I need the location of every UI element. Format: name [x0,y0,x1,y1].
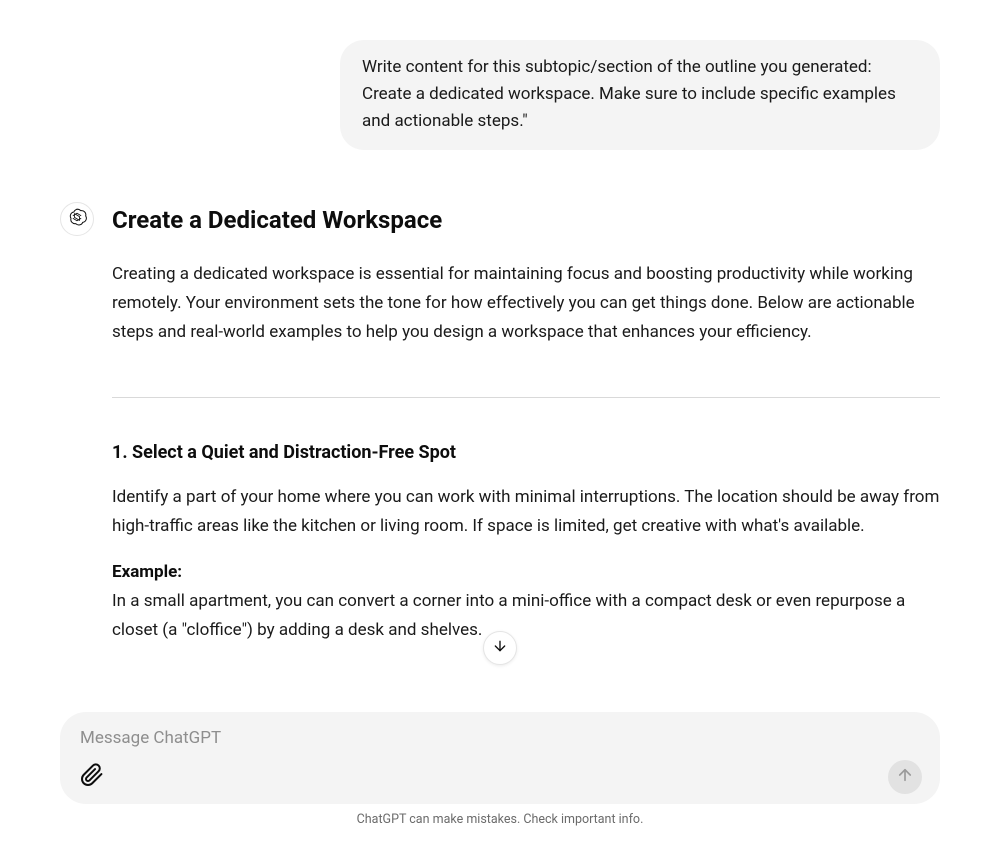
user-message: Write content for this subtopic/section … [340,40,940,150]
composer-toolbar [78,760,922,794]
section-1-heading: 1. Select a Quiet and Distraction-Free S… [112,438,940,469]
chat-container: Write content for this subtopic/section … [0,0,1000,845]
section-1-body: Identify a part of your home where you c… [112,483,940,541]
paperclip-icon [80,763,104,791]
messages-area[interactable]: Write content for this subtopic/section … [0,0,1000,712]
assistant-content: Create a Dedicated Workspace Creating a … [112,200,940,664]
footer-disclaimer: ChatGPT can make mistakes. Check importa… [60,804,940,837]
arrow-up-icon [896,766,914,788]
arrow-down-icon [492,638,508,658]
user-message-text: Write content for this subtopic/section … [362,57,896,131]
assistant-avatar [60,202,94,236]
divider [112,397,940,398]
example-block: Example: In a small apartment, you can c… [112,558,940,645]
example-label: Example: [112,562,182,582]
attach-button[interactable] [78,761,106,793]
scroll-to-bottom-button[interactable] [483,631,517,665]
message-input[interactable] [78,726,922,760]
composer [60,712,940,804]
response-intro: Creating a dedicated workspace is essent… [112,260,940,347]
response-heading: Create a Dedicated Workspace [112,200,940,241]
input-area: ChatGPT can make mistakes. Check importa… [0,712,1000,845]
send-button[interactable] [888,760,922,794]
openai-logo-icon [67,207,87,231]
user-message-row: Write content for this subtopic/section … [60,40,940,150]
assistant-message-row: Create a Dedicated Workspace Creating a … [60,200,940,664]
